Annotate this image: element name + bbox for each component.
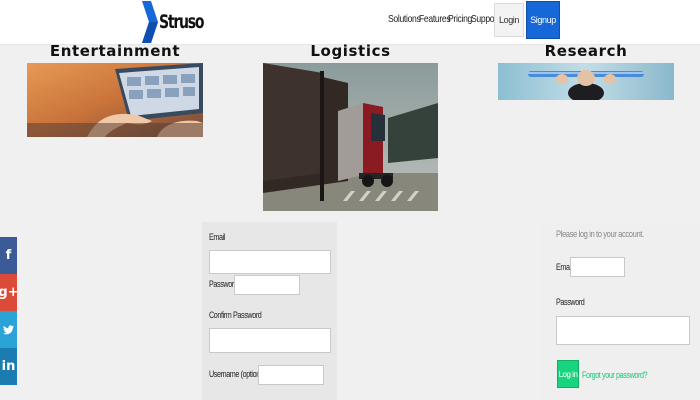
logistics-image: [263, 63, 438, 211]
signup-email-label: Email: [209, 232, 226, 242]
linkedin-icon[interactable]: in: [0, 348, 17, 385]
nav-features[interactable]: Features: [419, 13, 451, 25]
main-nav: Solutions Features Pricing Support: [388, 13, 499, 25]
login-button[interactable]: Login: [494, 3, 524, 37]
login-submit-button[interactable]: Log in: [557, 360, 579, 388]
feature-title-entertainment: Entertainment: [49, 42, 181, 60]
twitter-icon[interactable]: [0, 311, 17, 348]
nav-pricing[interactable]: Pricing: [448, 13, 472, 25]
feature-title-logistics: Logistics: [310, 42, 391, 60]
brand-name: Struso: [159, 11, 205, 33]
signup-email-input[interactable]: [209, 250, 331, 274]
google-plus-icon[interactable]: g+: [0, 274, 19, 311]
entertainment-image: [27, 63, 203, 137]
nav-support[interactable]: Support: [471, 13, 499, 25]
signup-confirm-input[interactable]: [209, 328, 331, 353]
signup-button[interactable]: Signup: [526, 1, 560, 39]
login-email-input[interactable]: [570, 257, 625, 277]
login-heading: Please log in to your account.: [556, 229, 644, 240]
facebook-icon[interactable]: f: [0, 237, 17, 274]
forgot-password-link[interactable]: Forgot your password?: [582, 370, 648, 380]
brand-logo[interactable]: Struso: [142, 1, 213, 43]
signup-username-input[interactable]: [258, 365, 324, 385]
signup-confirm-label: Confirm Password: [209, 310, 262, 320]
top-header: Struso Solutions Features Pricing Suppor…: [0, 0, 700, 45]
nav-solutions[interactable]: Solutions: [388, 13, 421, 25]
login-password-input[interactable]: [556, 316, 690, 345]
research-image: [498, 63, 674, 100]
feature-title-research: Research: [544, 42, 628, 60]
logo-icon: [142, 1, 158, 43]
signup-password-input[interactable]: [234, 275, 300, 295]
login-password-label: Password: [556, 297, 585, 307]
social-share-bar: f g+ in: [0, 237, 19, 385]
